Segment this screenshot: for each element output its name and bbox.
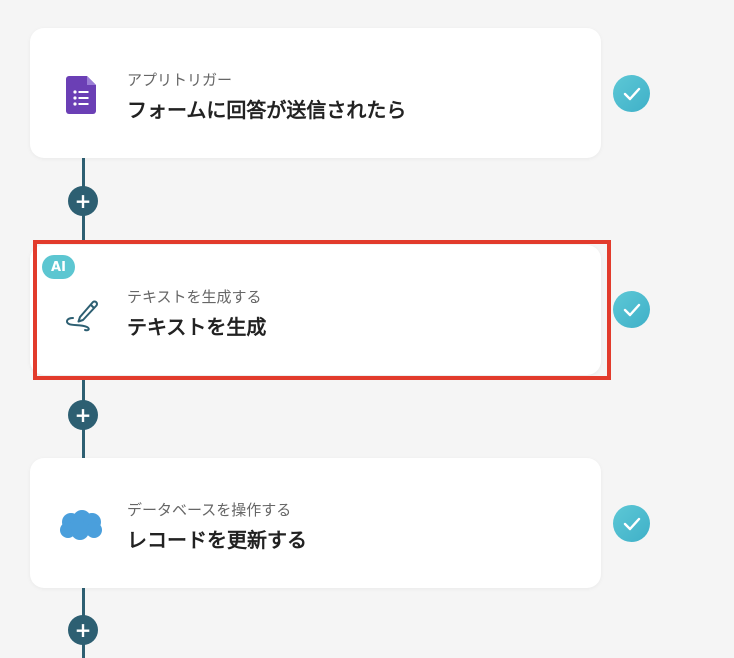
add-step-button[interactable]: + (68, 615, 98, 645)
step-subtitle: テキストを生成する (127, 288, 262, 306)
step-subtitle: データベースを操作する (127, 501, 292, 519)
step-title: テキストを生成 (127, 315, 267, 339)
add-step-button[interactable]: + (68, 400, 98, 430)
step-card-generate-text[interactable]: テキストを生成する テキストを生成 (30, 245, 601, 375)
check-icon (613, 505, 650, 542)
salesforce-cloud-icon (58, 502, 104, 548)
google-forms-icon (58, 72, 104, 118)
pen-icon (58, 289, 104, 335)
step-card-form-trigger[interactable]: アプリトリガー フォームに回答が送信されたら (30, 28, 601, 158)
step-card-update-record[interactable]: データベースを操作する レコードを更新する (30, 458, 601, 588)
step-subtitle: アプリトリガー (127, 71, 233, 89)
flow-canvas: + + + アプリトリガー フォームに回答が送信されたら テキストを生成する テ… (0, 0, 734, 658)
step-title: フォームに回答が送信されたら (127, 98, 407, 122)
check-icon (613, 291, 650, 328)
ai-badge: AI (42, 255, 75, 279)
step-title: レコードを更新する (127, 528, 307, 552)
add-step-button[interactable]: + (68, 186, 98, 216)
check-icon (613, 75, 650, 112)
